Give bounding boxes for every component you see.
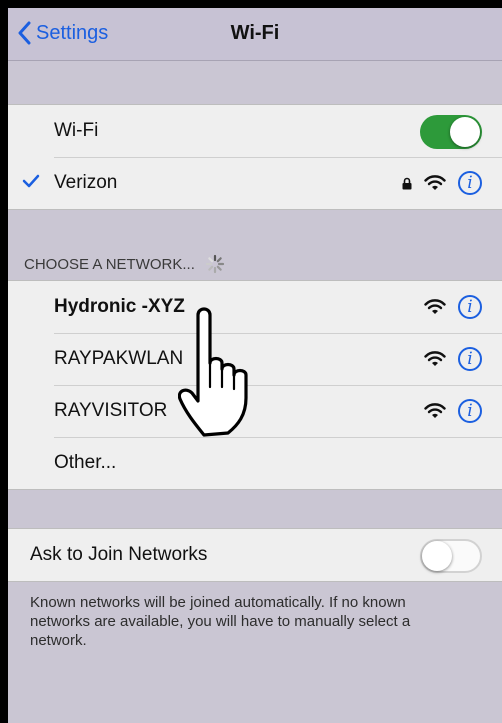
spinner-icon [205, 254, 224, 274]
navigation-bar: Settings Wi-Fi [8, 8, 502, 61]
toggle-knob [422, 541, 452, 571]
checkmark-icon [22, 174, 40, 188]
info-icon[interactable]: i [458, 171, 482, 195]
info-icon[interactable]: i [458, 347, 482, 371]
toggle-knob [450, 117, 480, 147]
wifi-icon [424, 351, 446, 366]
ask-to-join-toggle[interactable] [420, 539, 482, 573]
wifi-toggle-row: Wi-Fi [8, 105, 502, 157]
wifi-label: Wi-Fi [54, 120, 99, 141]
ask-to-join-row: Ask to Join Networks [8, 529, 502, 581]
wifi-group: Wi-Fi Verizon i [8, 104, 502, 210]
ask-to-join-label: Ask to Join Networks [30, 544, 208, 565]
wifi-settings-screen: Settings Wi-Fi Wi-Fi Verizon i CHOOSE A … [8, 8, 502, 723]
wifi-icon [424, 299, 446, 314]
wifi-icon [424, 175, 446, 190]
other-label: Other... [54, 452, 117, 473]
network-name: Hydronic -XYZ [54, 296, 185, 317]
network-name: RAYVISITOR [54, 400, 168, 421]
wifi-icon [424, 403, 446, 418]
hand-pointer-icon [178, 307, 248, 437]
info-icon[interactable]: i [458, 295, 482, 319]
ask-to-join-description: Known networks will be joined automatica… [30, 594, 411, 649]
choose-network-label: CHOOSE A NETWORK... [24, 255, 195, 273]
connected-network-name: Verizon [54, 172, 118, 193]
ask-to-join-group: Ask to Join Networks [8, 528, 502, 582]
lock-icon [402, 177, 412, 189]
page-title: Wi-Fi [230, 22, 280, 44]
info-icon[interactable]: i [458, 399, 482, 423]
connected-network-row[interactable]: Verizon i [8, 157, 502, 209]
choose-network-header: CHOOSE A NETWORK... [24, 254, 225, 274]
other-network-row[interactable]: Other... [8, 437, 502, 489]
network-name: RAYPAKWLAN [54, 348, 184, 369]
wifi-toggle[interactable] [420, 115, 482, 149]
